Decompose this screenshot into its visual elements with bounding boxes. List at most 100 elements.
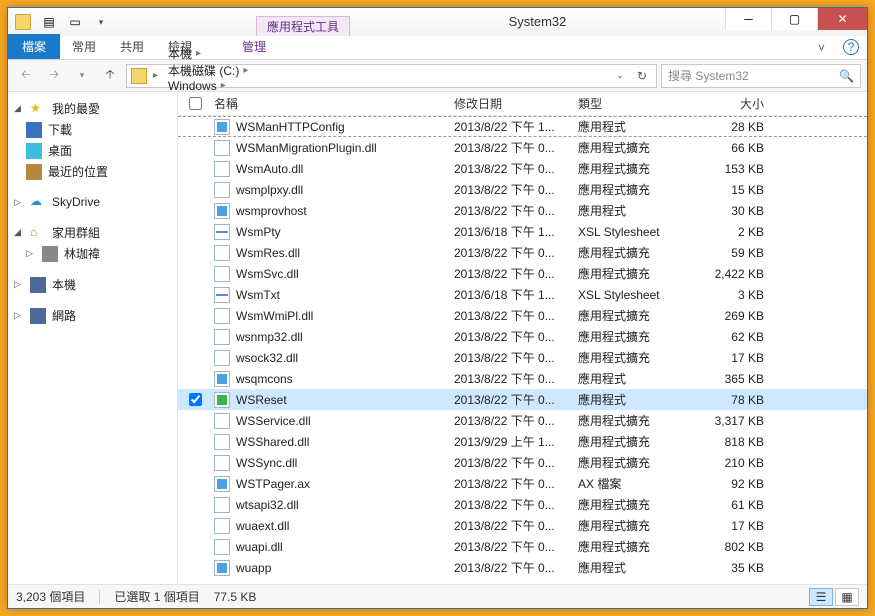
file-row[interactable]: WSManMigrationPlugin.dll2013/8/22 下午 0..… — [178, 137, 867, 158]
breadcrumb-1[interactable]: 本機磁碟 (C:)▸ — [164, 62, 252, 79]
file-row[interactable]: WSSync.dll2013/8/22 下午 0...應用程式擴充210 KB — [178, 452, 867, 473]
file-size: 818 KB — [686, 435, 772, 449]
explorer-window: ▤ ▭ ▾ 應用程式工具 System32 ─ ▢ ✕ 檔案 常用 共用 檢視 … — [7, 7, 868, 609]
contextual-tab-label: 應用程式工具 — [256, 16, 350, 36]
refresh-icon[interactable]: ↻ — [632, 66, 652, 86]
ribbon-expand-icon[interactable]: ˅ — [808, 37, 835, 59]
file-icon — [214, 329, 230, 345]
file-name: wsock32.dll — [236, 351, 298, 365]
file-row[interactable]: wsock32.dll2013/8/22 下午 0...應用程式擴充17 KB — [178, 347, 867, 368]
col-type[interactable]: 類型 — [570, 95, 686, 112]
file-type: 應用程式 — [570, 202, 686, 219]
file-icon — [214, 518, 230, 534]
file-icon — [214, 539, 230, 555]
tab-file[interactable]: 檔案 — [8, 34, 60, 59]
breadcrumb-2[interactable]: Windows▸ — [164, 79, 252, 93]
file-row[interactable]: WSReset2013/8/22 下午 0...應用程式78 KB — [178, 389, 867, 410]
divider — [99, 590, 100, 604]
file-type: 應用程式擴充 — [570, 307, 686, 324]
col-size[interactable]: 大小 — [686, 95, 772, 112]
file-row[interactable]: WsmWmiPl.dll2013/8/22 下午 0...應用程式擴充269 K… — [178, 305, 867, 326]
sidebar-skydrive[interactable]: ▷☁SkyDrive — [8, 192, 177, 212]
address-bar[interactable]: ▸ 本機▸本機磁碟 (C:)▸Windows▸System32▸ ⌄ ↻ — [126, 64, 657, 88]
sidebar-network[interactable]: ▷網路 — [8, 305, 177, 326]
forward-button[interactable]: 🡢 — [42, 64, 66, 88]
file-row[interactable]: WSService.dll2013/8/22 下午 0...應用程式擴充3,31… — [178, 410, 867, 431]
download-icon — [26, 122, 42, 138]
file-row[interactable]: wsmplpxy.dll2013/8/22 下午 0...應用程式擴充15 KB — [178, 179, 867, 200]
file-name: WsmPty — [236, 225, 281, 239]
file-name: wuapi.dll — [236, 540, 283, 554]
file-row[interactable]: WSShared.dll2013/9/29 上午 1...應用程式擴充818 K… — [178, 431, 867, 452]
file-icon — [214, 161, 230, 177]
sidebar-recent[interactable]: 最近的位置 — [8, 161, 177, 182]
file-row[interactable]: wuaext.dll2013/8/22 下午 0...應用程式擴充17 KB — [178, 515, 867, 536]
recent-locations-icon[interactable]: ▾ — [70, 64, 94, 88]
navigation-pane: ◢★我的最愛 下載 桌面 最近的位置 ▷☁SkyDrive ◢⌂家用群組 ▷林珈… — [8, 92, 178, 584]
view-details-button[interactable]: ☰ — [809, 588, 833, 606]
crumb-sep[interactable]: ▸ — [149, 70, 162, 81]
file-row[interactable]: wuapp2013/8/22 下午 0...應用程式35 KB — [178, 557, 867, 578]
row-checkbox[interactable] — [189, 393, 202, 406]
navigation-bar: 🡠 🡢 ▾ 🡡 ▸ 本機▸本機磁碟 (C:)▸Windows▸System32▸… — [8, 60, 867, 92]
file-size: 59 KB — [686, 246, 772, 260]
file-row[interactable]: wtsapi32.dll2013/8/22 下午 0...應用程式擴充61 KB — [178, 494, 867, 515]
sidebar-favorites[interactable]: ◢★我的最愛 — [8, 98, 177, 119]
file-name: WSTPager.ax — [236, 477, 310, 491]
search-input[interactable]: 搜尋 System32 🔍 — [661, 64, 861, 88]
tab-home[interactable]: 常用 — [60, 34, 108, 59]
qat-newfolder-icon[interactable]: ▭ — [64, 11, 86, 33]
file-size: 3 KB — [686, 288, 772, 302]
system-menu-icon[interactable] — [12, 11, 34, 33]
file-type: 應用程式 — [570, 370, 686, 387]
file-row[interactable]: WsmAuto.dll2013/8/22 下午 0...應用程式擴充153 KB — [178, 158, 867, 179]
address-dropdown-icon[interactable]: ⌄ — [610, 66, 630, 86]
file-date: 2013/8/22 下午 0... — [446, 454, 570, 471]
col-name[interactable]: 名稱 — [206, 95, 446, 112]
file-row[interactable]: wsnmp32.dll2013/8/22 下午 0...應用程式擴充62 KB — [178, 326, 867, 347]
file-row[interactable]: WSTPager.ax2013/8/22 下午 0...AX 檔案92 KB — [178, 473, 867, 494]
file-size: 365 KB — [686, 372, 772, 386]
view-thumbnails-button[interactable]: ▦ — [835, 588, 859, 606]
file-row[interactable]: WsmTxt2013/6/18 下午 1...XSL Stylesheet3 K… — [178, 284, 867, 305]
file-date: 2013/8/22 下午 0... — [446, 496, 570, 513]
sidebar-desktop[interactable]: 桌面 — [8, 140, 177, 161]
file-icon — [214, 224, 230, 240]
file-row[interactable]: WsmPty2013/6/18 下午 1...XSL Stylesheet2 K… — [178, 221, 867, 242]
close-button[interactable]: ✕ — [817, 8, 867, 30]
breadcrumb-0[interactable]: 本機▸ — [164, 45, 252, 62]
qat-dropdown-icon[interactable]: ▾ — [90, 11, 112, 33]
maximize-button[interactable]: ▢ — [771, 8, 817, 30]
file-row[interactable]: wuapi.dll2013/8/22 下午 0...應用程式擴充802 KB — [178, 536, 867, 557]
file-type: 應用程式擴充 — [570, 349, 686, 366]
file-icon — [214, 266, 230, 282]
qat-properties-icon[interactable]: ▤ — [38, 11, 60, 33]
homegroup-icon: ⌂ — [30, 225, 46, 241]
minimize-button[interactable]: ─ — [725, 8, 771, 30]
folder-icon — [131, 68, 147, 84]
file-icon — [214, 434, 230, 450]
file-name: wuaext.dll — [236, 519, 289, 533]
file-row[interactable]: wsmprovhost2013/8/22 下午 0...應用程式30 KB — [178, 200, 867, 221]
file-type: 應用程式擴充 — [570, 160, 686, 177]
file-date: 2013/9/29 上午 1... — [446, 433, 570, 450]
tab-share[interactable]: 共用 — [108, 34, 156, 59]
help-icon[interactable]: ? — [843, 39, 859, 55]
file-row[interactable]: WSManHTTPConfig2013/8/22 下午 1...應用程式28 K… — [178, 116, 867, 137]
file-date: 2013/8/22 下午 0... — [446, 265, 570, 282]
file-row[interactable]: WsmRes.dll2013/8/22 下午 0...應用程式擴充59 KB — [178, 242, 867, 263]
sidebar-thispc[interactable]: ▷本機 — [8, 274, 177, 295]
file-row[interactable]: wsqmcons2013/8/22 下午 0...應用程式365 KB — [178, 368, 867, 389]
up-button[interactable]: 🡡 — [98, 64, 122, 88]
file-date: 2013/8/22 下午 0... — [446, 391, 570, 408]
file-icon — [214, 203, 230, 219]
file-row[interactable]: WsmSvc.dll2013/8/22 下午 0...應用程式擴充2,422 K… — [178, 263, 867, 284]
file-date: 2013/8/22 下午 0... — [446, 559, 570, 576]
back-button[interactable]: 🡠 — [14, 64, 38, 88]
sidebar-downloads[interactable]: 下載 — [8, 119, 177, 140]
sidebar-homegroup[interactable]: ◢⌂家用群組 — [8, 222, 177, 243]
sidebar-homegroup-user[interactable]: ▷林珈褘 — [8, 243, 177, 264]
col-date[interactable]: 修改日期 — [446, 95, 570, 112]
select-all-checkbox[interactable] — [189, 97, 202, 110]
file-date: 2013/8/22 下午 0... — [446, 475, 570, 492]
